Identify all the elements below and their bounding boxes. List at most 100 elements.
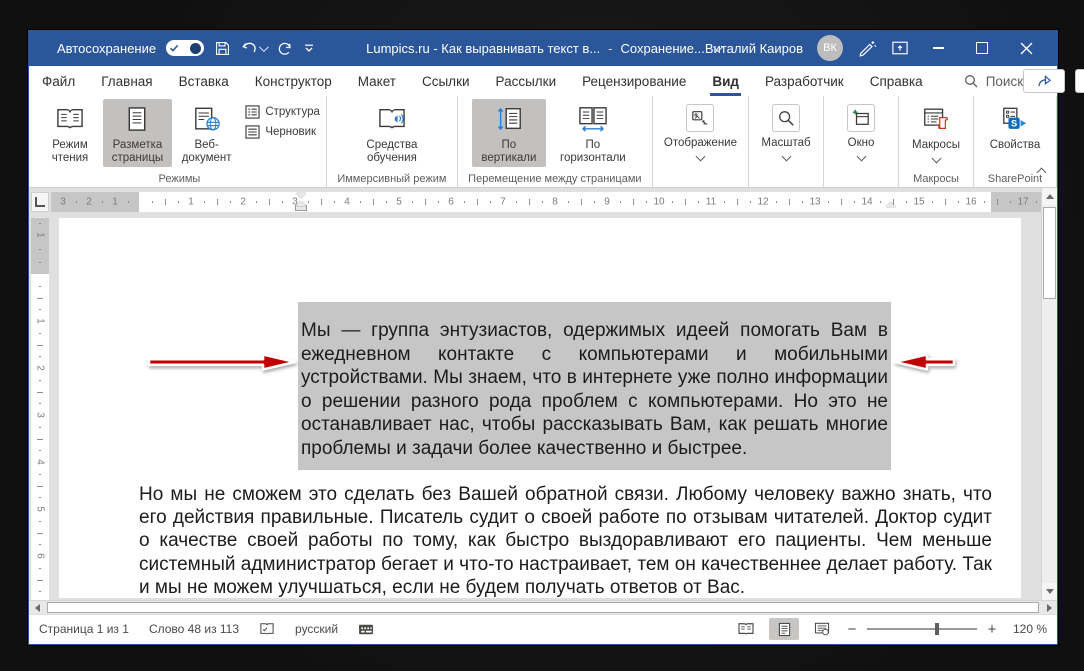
tab-file[interactable]: Файл — [29, 66, 88, 96]
quick-access-toolbar: Автосохранение — [29, 40, 315, 57]
print-layout-button[interactable]: Разметка страницы — [103, 99, 172, 167]
draft-view-button[interactable]: Черновик — [245, 125, 320, 139]
web-layout-button[interactable]: Веб-документ — [174, 99, 239, 167]
ruler-number: 6 — [35, 553, 46, 559]
redo-icon — [276, 40, 293, 57]
scroll-up-button[interactable] — [1042, 188, 1057, 205]
tab-mailings[interactable]: Рассылки — [483, 66, 570, 96]
search-box[interactable]: Поиск — [964, 66, 1023, 96]
tab-home[interactable]: Главная — [88, 66, 165, 96]
tab-stop-selector[interactable] — [31, 192, 49, 212]
ribbon-display-options-icon[interactable] — [891, 40, 909, 56]
zoom-in-button[interactable]: + — [985, 621, 999, 638]
tab-design[interactable]: Конструктор — [242, 66, 345, 96]
group-macros: Макросы Макросы — [899, 96, 974, 187]
tab-references[interactable]: Ссылки — [409, 66, 483, 96]
horizontal-ruler[interactable]: 3211234567891011121314151617 — [51, 192, 1041, 212]
word-count[interactable]: Слово 48 из 113 — [149, 622, 239, 636]
tab-view[interactable]: Вид — [699, 66, 752, 96]
show-dropdown-button[interactable]: Отображение — [659, 99, 742, 162]
collapse-ribbon-button[interactable] — [1038, 163, 1045, 181]
ruler-tick — [568, 201, 569, 203]
undo-button[interactable] — [241, 40, 266, 56]
language-indicator[interactable]: русский — [295, 622, 338, 636]
read-mode-view-button[interactable] — [731, 618, 761, 640]
redo-button[interactable] — [276, 40, 293, 57]
ruler-number: 2 — [35, 365, 46, 371]
ruler-tick — [841, 199, 842, 205]
window-dropdown-button[interactable]: Окно — [830, 99, 892, 162]
scroll-left-button[interactable] — [29, 601, 45, 615]
document-page[interactable]: Мы — группа энтузиастов, одержимых идеей… — [59, 218, 1021, 598]
ruler-number: 2 — [240, 197, 246, 208]
comments-button[interactable] — [1075, 69, 1084, 93]
ruler-tick — [230, 201, 231, 203]
ruler-tick — [217, 199, 218, 205]
zoom-slider-thumb[interactable] — [935, 623, 939, 635]
proofing-status-button[interactable] — [259, 622, 275, 636]
macros-dropdown-button[interactable]: Макросы — [905, 99, 967, 164]
outline-icon — [245, 105, 260, 119]
autosave-label: Автосохранение — [57, 41, 156, 56]
web-layout-view-button[interactable] — [807, 618, 837, 640]
customize-toolbar-chevron-icon[interactable] — [303, 42, 315, 54]
scroll-down-button[interactable] — [1042, 583, 1057, 600]
ruler-tick — [39, 427, 41, 428]
print-layout-label: Разметка страницы — [108, 139, 167, 165]
ruler-tick — [39, 450, 41, 451]
ruler-number: 3 — [60, 197, 66, 208]
outline-view-button[interactable]: Структура — [245, 105, 320, 119]
selected-paragraph[interactable]: Мы — группа энтузиастов, одержимых идеей… — [298, 302, 891, 470]
ruler-number: 10 — [653, 197, 664, 208]
vertical-scrollbar[interactable] — [1041, 188, 1057, 600]
status-bar-right: − + 120 % — [731, 618, 1057, 640]
close-button[interactable] — [1011, 35, 1041, 61]
save-icon[interactable] — [214, 40, 231, 57]
avatar[interactable]: ВК — [817, 35, 843, 61]
ruler-tick — [1010, 201, 1011, 203]
title-separator: - — [608, 41, 612, 56]
ruler-tick — [737, 199, 738, 205]
ruler-tick — [39, 380, 41, 381]
zoom-slider[interactable] — [867, 628, 977, 630]
properties-button[interactable]: S Свойства — [984, 99, 1046, 154]
minimize-button[interactable] — [923, 35, 953, 61]
tab-layout[interactable]: Макет — [345, 66, 409, 96]
pen-sparkle-icon[interactable] — [857, 39, 877, 57]
autosave-toggle[interactable] — [166, 40, 204, 56]
ruler-tick — [932, 201, 933, 203]
zoom-percentage[interactable]: 120 % — [1007, 622, 1047, 636]
zoom-dropdown-button[interactable]: Масштаб — [755, 99, 817, 162]
read-mode-button[interactable]: Режим чтения — [39, 99, 101, 167]
horizontal-scrollbar[interactable] — [29, 600, 1057, 614]
share-button[interactable] — [1023, 69, 1065, 93]
tab-insert[interactable]: Вставка — [166, 66, 242, 96]
maximize-button[interactable] — [967, 35, 997, 61]
page-indicator[interactable]: Страница 1 из 1 — [39, 622, 129, 636]
horizontal-scroll-thumb[interactable] — [47, 602, 1039, 613]
ruler-number: 11 — [706, 197, 716, 208]
ruler-number: 1 — [188, 197, 194, 208]
undo-icon — [241, 40, 259, 56]
right-indent-marker[interactable] — [886, 202, 896, 211]
learning-tools-button[interactable]: Средства обучения — [355, 99, 429, 167]
vertical-ruler[interactable]: 11234567 — [31, 218, 49, 600]
tab-developer[interactable]: Разработчик — [752, 66, 857, 96]
vertical-scroll-icon — [495, 104, 523, 134]
zoom-out-button[interactable]: − — [845, 621, 859, 638]
side-to-side-button[interactable]: По горизонтали — [548, 99, 638, 167]
tab-review[interactable]: Рецензирование — [569, 66, 699, 96]
tab-help[interactable]: Справка — [857, 66, 936, 96]
print-layout-view-button[interactable] — [769, 618, 799, 640]
save-status[interactable]: Сохранение... — [621, 41, 705, 56]
undo-caret-icon — [259, 42, 269, 52]
scroll-right-button[interactable] — [1041, 601, 1057, 615]
ruler-tick — [128, 201, 129, 203]
right-indent-icon — [886, 202, 896, 207]
vertical-button[interactable]: По вертикали — [472, 99, 546, 167]
group-page-movement-label: Перемещение между страницами — [458, 173, 652, 185]
macro-recording-button[interactable] — [358, 623, 374, 636]
second-paragraph[interactable]: Но мы не сможем это сделать без Вашей об… — [139, 483, 992, 599]
toggle-knob — [190, 43, 201, 54]
vertical-scroll-thumb[interactable] — [1043, 207, 1056, 299]
